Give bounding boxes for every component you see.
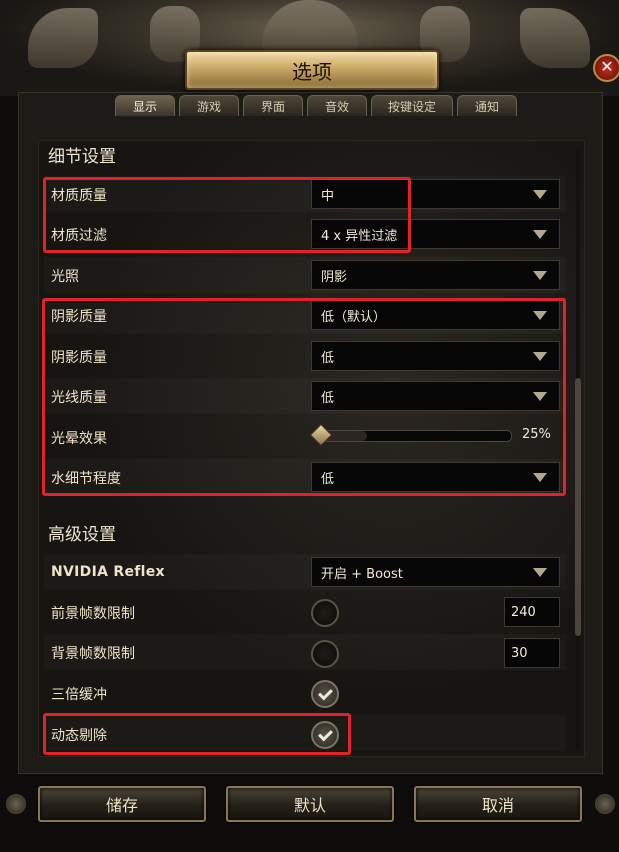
tab-game[interactable]: 游戏 — [179, 95, 239, 116]
corner-ornament — [595, 794, 615, 814]
triple-buffering-checkbox[interactable] — [311, 680, 339, 708]
window-title: 选项 — [185, 50, 439, 90]
dropdown-value: 阴影 — [321, 269, 348, 285]
tab-interface[interactable]: 界面 — [243, 95, 303, 116]
chevron-down-icon — [533, 230, 547, 239]
background-fps-input[interactable]: 30 — [504, 638, 560, 668]
close-icon[interactable]: ✕ — [593, 54, 619, 82]
save-button[interactable]: 储存 — [38, 786, 206, 822]
corner-ornament — [6, 794, 26, 814]
foreground-fps-input[interactable]: 240 — [504, 597, 560, 627]
scrollbar-thumb[interactable] — [575, 378, 581, 636]
chevron-down-icon — [533, 271, 547, 280]
section-title-detail: 细节设置 — [48, 147, 116, 167]
tab-bar: 显示 游戏 界面 音效 按键设定 通知 — [115, 95, 517, 117]
hooded-figure-statue-icon — [262, 0, 358, 56]
foreground-fps-limit-label: 前景帧数限制 — [51, 606, 135, 622]
highlight-box-shadow-group — [42, 298, 566, 496]
background-fps-limit-label: 背景帧数限制 — [51, 646, 135, 662]
tab-keybindings[interactable]: 按键设定 — [371, 95, 453, 116]
tab-notifications[interactable]: 通知 — [457, 95, 517, 116]
tab-display[interactable]: 显示 — [115, 95, 175, 116]
nvidia-reflex-dropdown[interactable]: 开启 + Boost — [311, 557, 560, 587]
checkmark-icon — [317, 685, 333, 700]
background-fps-limit-toggle[interactable] — [311, 640, 339, 668]
default-button[interactable]: 默认 — [226, 786, 394, 822]
highlight-box-texture — [43, 177, 411, 253]
chevron-down-icon — [533, 568, 547, 577]
tab-audio[interactable]: 音效 — [307, 95, 367, 116]
chevron-down-icon — [533, 190, 547, 199]
triple-buffering-label: 三倍缓冲 — [51, 687, 107, 703]
nvidia-reflex-label: NVIDIA Reflex — [51, 564, 165, 580]
foreground-fps-limit-toggle[interactable] — [311, 599, 339, 627]
winged-statue-right-icon — [520, 8, 590, 68]
highlight-box-culling — [43, 713, 351, 755]
winged-statue-left-icon — [28, 8, 98, 68]
lighting-dropdown[interactable]: 阴影 — [311, 260, 560, 290]
dropdown-value: 开启 + Boost — [321, 566, 403, 582]
lighting-label: 光照 — [51, 269, 79, 285]
section-title-advanced: 高级设置 — [48, 525, 116, 545]
cancel-button[interactable]: 取消 — [414, 786, 582, 822]
